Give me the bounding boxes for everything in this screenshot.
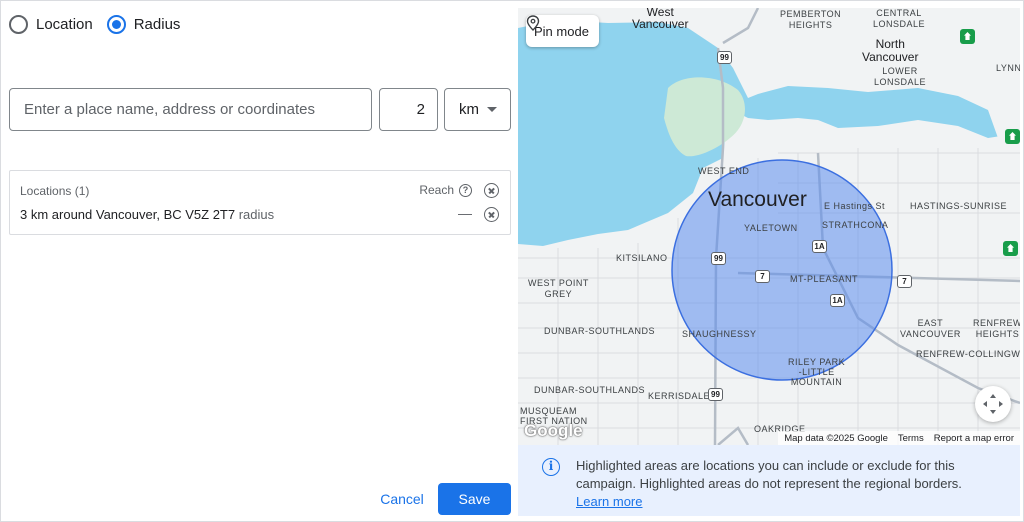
map-label-dunbar-southlands-south: DUNBAR-SOUTHLANDS	[534, 385, 646, 395]
info-icon: i	[542, 458, 560, 476]
report-map-error-link[interactable]: Report a map error	[934, 433, 1014, 444]
map-stanley-park	[664, 77, 745, 157]
location-name: 3 km around Vancouver, BC V5Z 2T7	[20, 207, 236, 222]
reach-label: Reach	[419, 183, 454, 197]
hwy-1a-east-shield: 1A	[812, 240, 827, 253]
map-attribution: Map data ©2025 Google Terms Report a map…	[778, 431, 1020, 445]
map-label-strathcona: STRATHCONA	[822, 220, 889, 230]
hwy-99-mid-shield: 99	[711, 252, 726, 265]
map-label-central-lonsdale: CENTRAL LONSDALE	[873, 8, 926, 29]
radius-unit-select[interactable]: km	[444, 88, 511, 131]
map-label-dunbar-southlands: DUNBAR-SOUTHLANDS	[544, 326, 656, 336]
location-row: 3 km around Vancouver, BC V5Z 2T7 radius	[20, 207, 274, 222]
map-label-lynn: LYNN	[996, 63, 1020, 73]
location-mode-option[interactable]: Location	[9, 15, 93, 34]
remove-all-icon[interactable]	[484, 183, 499, 198]
remove-location-icon[interactable]	[484, 207, 499, 222]
map-label-hastings-sunrise: HASTINGS-SUNRISE	[910, 201, 1008, 211]
google-logo: Google	[524, 421, 583, 440]
location-radio-label: Location	[36, 16, 93, 33]
radius-radio[interactable]	[106, 15, 126, 34]
location-targeting-panel: Location Radius km Locations (1) Reach ?…	[0, 0, 1024, 522]
map-label-west-point-grey: WEST POINT GREY	[528, 278, 589, 299]
poi-hospital-icon	[1003, 241, 1018, 256]
map-data-credit: Map data ©2025 Google	[784, 432, 888, 444]
cancel-button[interactable]: Cancel	[371, 483, 433, 515]
radius-radio-label: Radius	[133, 16, 181, 33]
info-message: Highlighted areas are locations you can …	[576, 458, 962, 491]
locations-header: Locations (1)	[20, 184, 90, 198]
place-search-input[interactable]	[9, 88, 372, 131]
poi-hospital-icon	[1005, 129, 1020, 144]
map-view[interactable]: Pin mode West Vancouver PEMBERTON HEIGHT…	[518, 8, 1020, 445]
radius-mode-option[interactable]: Radius	[106, 15, 181, 34]
map-label-kerrisdale: KERRISDALE	[648, 391, 711, 401]
map-label-pemberton-heights: PEMBERTON HEIGHTS	[780, 9, 842, 30]
radius-value-input[interactable]	[379, 88, 438, 131]
location-radio[interactable]	[9, 15, 28, 34]
save-button[interactable]: Save	[438, 483, 511, 515]
location-reach-value: —	[458, 205, 472, 221]
locations-list: Locations (1) Reach ? 3 km around Vancou…	[9, 170, 511, 235]
info-text: Highlighted areas are locations you can …	[576, 457, 986, 511]
hwy-99-south-shield: 99	[708, 388, 723, 401]
learn-more-link[interactable]: Learn more	[576, 493, 986, 511]
map-info-banner: i Highlighted areas are locations you ca…	[518, 445, 1020, 516]
map-label-west-end: WEST END	[698, 166, 750, 176]
pin-icon	[526, 15, 540, 31]
hwy-1a-south-shield: 1A	[830, 294, 845, 307]
help-circle-icon[interactable]: ?	[459, 183, 472, 197]
map-label-vancouver: Vancouver	[708, 188, 807, 211]
poi-hospital-icon	[960, 29, 975, 44]
radius-unit-value: km	[459, 101, 479, 118]
reach-header: Reach ?	[419, 183, 472, 197]
recenter-icon	[983, 394, 1003, 414]
terms-link[interactable]: Terms	[898, 433, 924, 444]
chevron-down-icon	[487, 107, 497, 112]
recenter-button[interactable]	[975, 386, 1011, 422]
map-label-north-vancouver: North Vancouver	[862, 37, 919, 64]
location-type: radius	[238, 207, 275, 222]
pin-mode-button[interactable]: Pin mode	[526, 15, 599, 47]
map-label-east-vancouver: EAST VANCOUVER	[900, 318, 961, 339]
map-label-e-hastings: E Hastings St	[824, 201, 886, 211]
map-label-renfrew-heights: RENFREW HEIGHTS	[973, 318, 1020, 339]
hwy-7-west-shield: 7	[755, 270, 770, 283]
map-label-kitsilano: KITSILANO	[616, 253, 668, 263]
pin-mode-label: Pin mode	[534, 23, 589, 39]
targeting-mode-group: Location Radius	[9, 15, 180, 34]
map-label-west-vancouver: West Vancouver	[632, 8, 689, 31]
map-label-renfrew-collingwood: RENFREW-COLLINGWOOD	[916, 349, 1020, 359]
hwy-7-east-shield: 7	[897, 275, 912, 288]
map-label-riley-park: RILEY PARK -LITTLE MOUNTAIN	[788, 357, 846, 387]
map-label-shaughnessy: SHAUGHNESSY	[682, 329, 757, 339]
map-label-lower-lonsdale: LOWER LONSDALE	[874, 66, 927, 87]
map-label-yaletown: YALETOWN	[744, 223, 798, 233]
map-label-mt-pleasant: MT-PLEASANT	[790, 274, 859, 284]
hwy-99-north-shield: 99	[717, 51, 732, 64]
